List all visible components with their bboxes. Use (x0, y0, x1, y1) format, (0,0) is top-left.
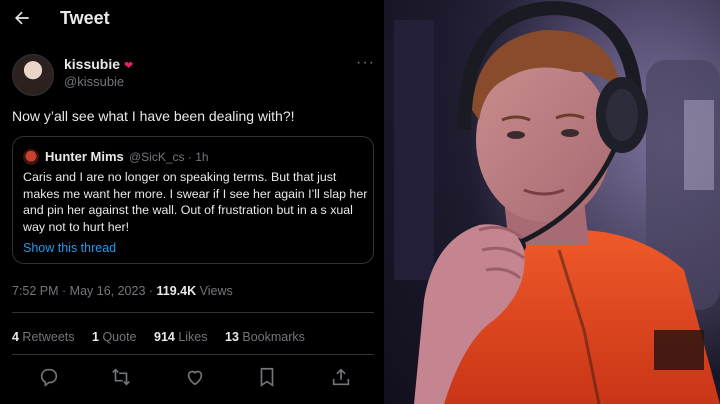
tweet-header: Tweet (0, 0, 384, 40)
page-title: Tweet (60, 8, 110, 28)
divider (12, 354, 374, 355)
quotes-count: 1 (92, 330, 99, 344)
quoted-author-name[interactable]: Hunter Mims (45, 149, 124, 164)
quotes-stat[interactable]: 1 Quote (92, 330, 136, 344)
more-icon[interactable]: ··· (356, 54, 375, 72)
divider (12, 312, 374, 313)
tweet-timestamp[interactable]: 7:52 PM · May 16, 2023 · (12, 284, 157, 298)
likes-stat[interactable]: 914 Likes (154, 330, 208, 344)
tweet-panel: Tweet kissubie ❤ @kissubie ··· Now y’all … (0, 0, 384, 404)
author-name-row[interactable]: kissubie ❤ (64, 56, 133, 72)
bookmark-icon[interactable] (256, 366, 278, 388)
retweet-icon[interactable] (110, 366, 132, 388)
bookmarks-label: Bookmarks (238, 330, 305, 344)
likes-label: Likes (174, 330, 208, 344)
quotes-label: Quote (98, 330, 137, 344)
author-avatar[interactable] (12, 54, 54, 96)
gamer-photo (384, 0, 720, 404)
author-handle[interactable]: @kissubie (64, 74, 124, 89)
back-arrow-icon[interactable] (12, 8, 32, 28)
share-icon[interactable] (330, 366, 352, 388)
retweets-count: 4 (12, 330, 19, 344)
show-thread-link[interactable]: Show this thread (23, 241, 116, 255)
views-count: 119.4K (156, 284, 197, 298)
views-label: Views (196, 284, 233, 298)
bookmarks-count: 13 (225, 330, 239, 344)
portrait-illustration (384, 0, 720, 404)
tweet-text: Now y’all see what I have been dealing w… (12, 108, 295, 124)
author-name[interactable]: kissubie (64, 56, 120, 72)
heart-emoji-icon: ❤ (124, 60, 134, 72)
action-bar (0, 366, 384, 392)
quoted-author-avatar[interactable] (23, 149, 39, 165)
engagement-stats: 4 Retweets 1 Quote 914 Likes 13 Bookmark… (12, 330, 319, 344)
reply-icon[interactable] (38, 366, 60, 388)
tweet-meta: 7:52 PM · May 16, 2023 · 119.4K Views (12, 284, 233, 298)
bookmarks-stat[interactable]: 13 Bookmarks (225, 330, 305, 344)
like-icon[interactable] (184, 366, 206, 388)
quoted-author-handle: @SicK_cs · 1h (129, 150, 209, 164)
quoted-tweet-text: Caris and I are no longer on speaking te… (23, 170, 368, 234)
retweets-stat[interactable]: 4 Retweets (12, 330, 75, 344)
retweets-label: Retweets (18, 330, 75, 344)
quoted-tweet-card[interactable]: Hunter Mims @SicK_cs · 1h Caris and I ar… (12, 136, 374, 264)
likes-count: 914 (154, 330, 175, 344)
